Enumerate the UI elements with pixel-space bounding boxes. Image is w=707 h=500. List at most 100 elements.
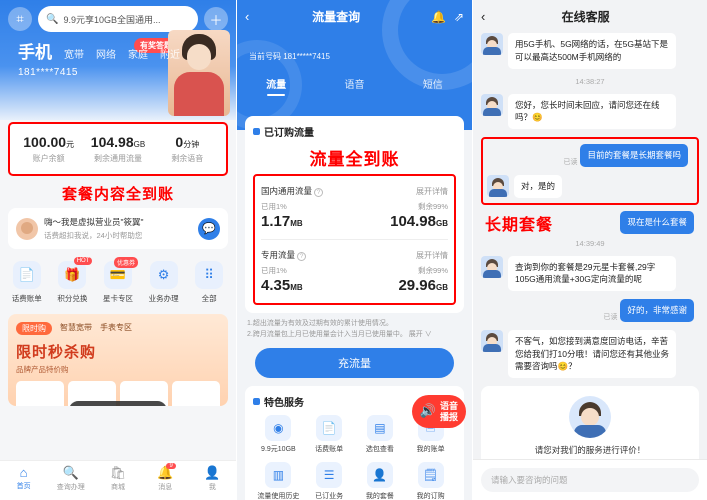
service-item-0[interactable]: ◉ 9.9元10GB — [253, 415, 304, 454]
package-icon: ▤ — [366, 415, 393, 441]
tab-profile[interactable]: 👤 我 — [189, 461, 236, 500]
check-icon — [253, 128, 260, 135]
nav-item-0[interactable]: 宽带 — [64, 46, 84, 61]
balance-cell-2[interactable]: 0分钟 剩余语音 — [153, 134, 222, 164]
search-input[interactable]: 🔍 9.9元享10GB全国通用... — [38, 6, 198, 32]
scan-icon[interactable]: ⌗ — [8, 7, 32, 31]
chat-input[interactable]: 请输入要咨询的问题 — [481, 468, 699, 492]
annotation-traffic-credited: 流量全到账 — [309, 150, 400, 169]
traffic-notes: 1.超出流量为有效及过期有效的累计使用情况。 2.跨月流量包上月已使用量会计入当… — [237, 313, 472, 340]
read-receipt: 已读 — [563, 158, 578, 166]
banner-tab-1[interactable]: 智慧宽带 — [60, 322, 92, 335]
quick-entry-label-1: 积分兑换 — [57, 294, 88, 303]
divider — [261, 239, 448, 240]
expand-detail-0[interactable]: 展开详情 — [416, 186, 448, 197]
balance-cell-0[interactable]: 100.00元 账户余额 — [14, 134, 83, 164]
service-label-7: 我的订购 — [416, 493, 445, 500]
message-text: 好的，非常感谢 — [620, 299, 694, 322]
service-item-6[interactable]: 👤 我的套餐 — [355, 462, 406, 500]
voice-line-2: 播报 — [439, 411, 458, 422]
banner-product-0[interactable] — [16, 381, 64, 406]
panel-traffic-query: ‹ 流量查询 🔔 ⇗ 当前号码 181*****7415 流量 语音 短信 已订… — [236, 0, 472, 500]
contact-icon: 👤 — [366, 462, 393, 488]
share-icon[interactable]: ⇗ — [454, 10, 464, 24]
service-item-7[interactable]: 🗒 我的订购 — [405, 462, 456, 500]
quick-entry-tag-2: 优惠券 — [113, 257, 138, 268]
quick-entry-0[interactable]: 📄 话费账单 — [5, 261, 49, 304]
service-item-5[interactable]: ☰ 已订业务 — [304, 462, 355, 500]
message-text: 目前的套餐是长期套餐吗 — [580, 144, 688, 167]
quick-entry-4[interactable]: ⠿ 全部 — [187, 261, 231, 304]
quick-entry-label-4: 全部 — [201, 294, 217, 303]
message-text: 查询到你的套餐是29元星卡套餐,29字105G通用流量+30G定向流量的呢 — [508, 255, 676, 291]
home-icon: ⌂ — [19, 465, 28, 480]
avatar — [481, 255, 503, 278]
message-text: 对，是的 — [514, 174, 563, 198]
page-title: 流量查询 — [312, 10, 361, 24]
message-badge: 9 — [166, 463, 176, 469]
section-name-1: 专用流量 — [261, 250, 296, 260]
nav-item-2[interactable]: 家庭 — [128, 46, 148, 61]
nav-item-1[interactable]: 网络 — [96, 46, 116, 61]
banner-more-button[interactable]: ★ 更多精彩等你发现 — [68, 401, 168, 406]
banner-subtitle: 品牌产品特价购 — [16, 365, 69, 374]
service-item-4[interactable]: ▥ 流量使用历史 — [253, 462, 304, 500]
chat-message-agent-0: 用5G手机、5G网络的话，在5G基站下是可以最高达500M手机网络的 — [481, 33, 699, 69]
tab-home[interactable]: ⌂ 首页 — [0, 461, 47, 500]
traffic-icon: ◉ — [265, 415, 292, 441]
bell-icon[interactable]: 🔔 — [431, 10, 446, 24]
chat-icon[interactable]: 💬 — [198, 217, 220, 240]
quick-entry-label-3: 业务办理 — [148, 294, 179, 303]
promo-banner[interactable]: 限时购 智慧宽带 手表专区 限时秒杀购 品牌产品特价购 ★ 更多精彩等你发现 — [8, 314, 228, 406]
quick-entry-2[interactable]: 优惠券 💳 星卡专区 — [96, 257, 140, 304]
chat-message-user-2: 已读 好的，非常感谢 — [481, 299, 699, 322]
question-icon[interactable]: ? — [297, 252, 307, 261]
tab-shop[interactable]: 🛍 商城 — [94, 461, 141, 500]
tab-voice[interactable]: 语音 — [344, 76, 364, 96]
history-icon: ▥ — [265, 462, 292, 488]
plus-icon[interactable]: ＋ — [204, 7, 228, 31]
quick-entry-1[interactable]: HOT 🎁 积分兑换 — [50, 257, 94, 304]
traffic-header: ‹ 流量查询 🔔 ⇗ 当前号码 181*****7415 流量 语音 短信 — [237, 0, 472, 130]
services-title: 特色服务 — [264, 398, 304, 409]
banner-tab-0[interactable]: 限时购 — [16, 322, 52, 335]
expand-detail-1[interactable]: 展开详情 — [416, 250, 448, 261]
balance-value-1: 104.98 — [90, 134, 134, 150]
bill-icon: 📄 — [12, 261, 41, 289]
banner-tab-2[interactable]: 手表专区 — [100, 322, 132, 335]
quick-entry-grid: 📄 话费账单 HOT 🎁 积分兑换 优惠券 💳 星卡专区 ⚙ 业务办理 ⠿ 全部 — [0, 251, 236, 310]
home-search-row: ⌗ 🔍 9.9元享10GB全国通用... ＋ — [8, 6, 228, 32]
chat-message-agent-3: 查询到你的套餐是29元星卡套餐,29字105G通用流量+30G定向流量的呢 — [481, 255, 699, 291]
tab-traffic[interactable]: 流量 — [266, 76, 286, 96]
remain-label-1: 剩余99% — [417, 266, 448, 275]
list-icon: ☰ — [316, 462, 343, 488]
banner-product-3[interactable] — [172, 381, 220, 406]
assistant-avatar — [16, 217, 38, 240]
bottom-tabbar: ⌂ 首页 🔍 查询办理 🛍 商城 9 🔔 消息 👤 我 — [0, 460, 236, 500]
avatar — [481, 329, 503, 352]
promo-avatar-image — [168, 30, 230, 116]
tab-query[interactable]: 🔍 查询办理 — [47, 461, 94, 500]
recharge-traffic-button[interactable]: 充流量 — [255, 348, 454, 378]
quick-entry-3[interactable]: ⚙ 业务办理 — [142, 261, 186, 304]
section-marker-icon — [253, 398, 260, 405]
assistant-title: 嗨～我是虚拟营业员"筱翼" — [44, 217, 144, 227]
balance-cell-1[interactable]: 104.98GB 剩余通用流量 — [83, 134, 152, 164]
tab-sms[interactable]: 短信 — [423, 76, 443, 96]
tab-message[interactable]: 9 🔔 消息 — [142, 461, 189, 500]
nav-item-3[interactable]: 附近 — [160, 46, 180, 61]
service-item-1[interactable]: 📄 话费账单 — [304, 415, 355, 454]
question-icon[interactable]: ? — [314, 188, 324, 197]
quick-entry-tag-1: HOT — [73, 257, 93, 265]
card-title: 已订购流量 — [264, 128, 314, 139]
nav-item-primary[interactable]: 手机 — [18, 38, 52, 63]
used-label-0: 已用1% — [261, 202, 287, 211]
tab-shop-label: 商城 — [111, 484, 125, 491]
note-0: 1.超出流量为有效及过期有效的累计使用情况。 — [247, 320, 393, 327]
note-1[interactable]: 2.跨月流量包上月已使用量会计入当月已使用量中。 展开 ∨ — [247, 330, 462, 341]
shop-icon: 🛍 — [109, 465, 127, 480]
screenshot-root: ⌗ 🔍 9.9元享10GB全国通用... ＋ 有奖答题 手机 宽带 网络 家庭 … — [0, 0, 707, 500]
virtual-assistant-card[interactable]: 嗨～我是虚拟营业员"筱翼" 话费超扣我说，24小时帮助您 💬 — [8, 208, 228, 249]
voice-broadcast-button[interactable]: 🔊 语音 播报 — [411, 395, 466, 428]
service-item-2[interactable]: ▤ 选包查看 — [355, 415, 406, 454]
